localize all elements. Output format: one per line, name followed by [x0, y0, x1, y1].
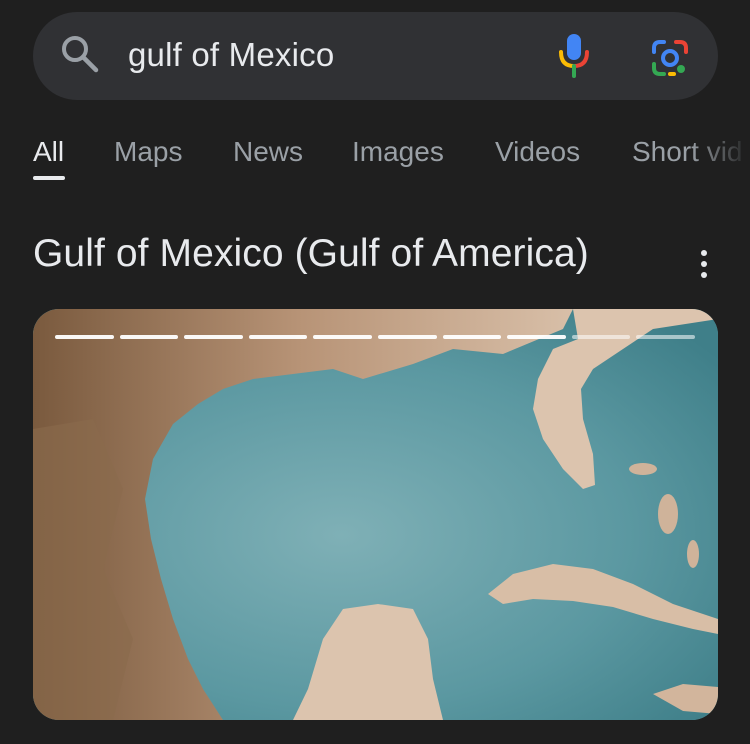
- gulf-map-image: [33, 309, 718, 720]
- tab-maps[interactable]: Maps: [114, 136, 182, 168]
- mic-icon[interactable]: [556, 32, 592, 80]
- progress-segment: [55, 335, 114, 339]
- active-tab-indicator: [33, 176, 65, 180]
- search-input[interactable]: gulf of Mexico: [128, 36, 334, 74]
- tab-images[interactable]: Images: [352, 136, 444, 168]
- progress-segment: [571, 335, 631, 339]
- tab-news[interactable]: News: [233, 136, 303, 168]
- more-vert-icon: [701, 250, 707, 256]
- map-image-carousel[interactable]: [33, 309, 718, 720]
- search-tabs: All Maps News Images Videos Short vid: [0, 130, 750, 190]
- slideshow-progress: [55, 335, 695, 340]
- tab-videos[interactable]: Videos: [495, 136, 580, 168]
- progress-segment: [507, 335, 566, 339]
- progress-segment: [313, 335, 372, 339]
- progress-segment: [184, 335, 243, 339]
- more-options-button[interactable]: [690, 246, 718, 282]
- search-results-page: gulf of Mexico All Maps News Images Vide…: [0, 0, 750, 744]
- progress-segment: [636, 335, 695, 339]
- progress-segment: [442, 335, 502, 339]
- google-lens-icon[interactable]: [650, 38, 690, 78]
- tab-all[interactable]: All: [33, 136, 64, 168]
- progress-segment: [248, 335, 308, 339]
- progress-segment: [377, 335, 437, 339]
- tabs-overflow-fade: [690, 130, 750, 190]
- search-icon[interactable]: [60, 34, 100, 74]
- knowledge-panel-title: Gulf of Mexico (Gulf of America): [33, 232, 589, 275]
- progress-segment: [119, 335, 179, 339]
